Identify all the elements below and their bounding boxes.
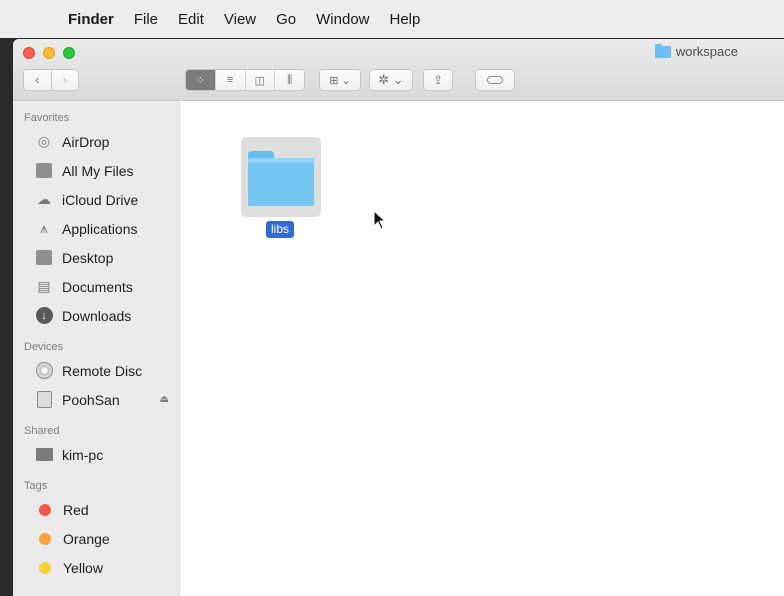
sidebar-item-applications[interactable]: ⩚ Applications (13, 214, 179, 243)
sidebar-item-label: kim-pc (62, 446, 104, 463)
eject-icon[interactable]: ⏏ (160, 394, 169, 405)
sidebar-item-tag-orange[interactable]: Orange (13, 524, 179, 553)
sidebar-item-kim-pc[interactable]: kim-pc (13, 440, 179, 469)
favorites-heading: Favorites (24, 112, 70, 124)
window-title: workspace (654, 43, 738, 59)
sidebar-item-label: iCloud Drive (62, 191, 139, 208)
shared-heading: Shared (24, 425, 60, 437)
sidebar-item-all-my-files[interactable]: All My Files (13, 156, 179, 185)
arrange-button[interactable]: ⊞ ⌄ (319, 69, 361, 91)
minimize-button[interactable] (43, 47, 55, 59)
view-mode-group: ⁘ ≡ ◫ ⫼ (185, 69, 305, 91)
folder-icon (654, 43, 671, 58)
drive-icon (35, 391, 53, 409)
folder-item-libs[interactable] (241, 137, 321, 217)
sidebar-item-tag-yellow[interactable]: Yellow (13, 553, 179, 582)
menu-view[interactable]: View (224, 11, 256, 28)
sidebar-item-label: Orange (63, 530, 110, 547)
downloads-icon: ↓ (35, 307, 53, 325)
file-browser-area[interactable]: libs (181, 101, 784, 596)
airdrop-icon: ◎ (37, 133, 51, 149)
menu-file[interactable]: File (134, 11, 158, 28)
sidebar-item-label: All My Files (62, 162, 134, 179)
all-files-icon (35, 162, 53, 180)
sidebar-item-label: Documents (62, 278, 133, 295)
sidebar-item-airdrop[interactable]: ◎ AirDrop (13, 127, 179, 156)
computer-icon (35, 446, 53, 464)
menu-bar: Finder File Edit View Go Window Help (0, 0, 784, 38)
zoom-button[interactable] (63, 47, 75, 59)
edit-tags-button[interactable] (475, 69, 515, 91)
tag-icon (487, 76, 503, 84)
close-button[interactable] (23, 47, 35, 59)
window-title-label: workspace (675, 44, 738, 59)
column-view-button[interactable]: ◫ (244, 70, 275, 90)
title-bar: workspace ‹ › ⁘ ≡ ◫ ⫼ ⊞ ⌄ ✲ ⌄ ⇪ (13, 39, 784, 101)
sidebar-item-label: Downloads (62, 307, 132, 324)
sidebar-item-icloud-drive[interactable]: ☁ iCloud Drive (13, 185, 179, 214)
orange-tag-dot-icon (39, 532, 51, 545)
list-view-button[interactable]: ≡ (214, 70, 245, 90)
cover-flow-button[interactable]: ⫼ (274, 70, 304, 90)
red-tag-dot-icon (39, 503, 51, 516)
sidebar-item-label: Desktop (62, 249, 114, 266)
menu-window[interactable]: Window (316, 11, 369, 28)
sidebar-item-tag-red[interactable]: Red (13, 495, 179, 524)
desktop-icon (35, 249, 53, 267)
finder-window: workspace ‹ › ⁘ ≡ ◫ ⫼ ⊞ ⌄ ✲ ⌄ ⇪ Favorite… (13, 39, 784, 596)
sidebar-item-label: Applications (62, 220, 138, 237)
disc-icon (35, 362, 53, 380)
cloud-icon: ☁ (37, 191, 51, 207)
sidebar-item-documents[interactable]: ▤ Documents (13, 272, 179, 301)
menu-finder[interactable]: Finder (68, 11, 114, 28)
sidebar-item-downloads[interactable]: ↓ Downloads (13, 301, 179, 330)
nav-buttons: ‹ › (23, 69, 79, 91)
devices-heading: Devices (24, 341, 64, 353)
sidebar-item-poohsan[interactable]: PoohSan ⏏ (13, 385, 179, 414)
sidebar-item-label: Red (63, 501, 89, 518)
applications-icon: ⩚ (40, 220, 48, 236)
menu-edit[interactable]: Edit (178, 11, 204, 28)
sidebar-item-label: Yellow (63, 559, 103, 576)
back-button[interactable]: ‹ (24, 70, 51, 90)
action-button[interactable]: ✲ ⌄ (369, 69, 413, 91)
folder-icon (248, 151, 314, 206)
documents-icon: ▤ (37, 278, 51, 294)
share-button[interactable]: ⇪ (423, 69, 453, 91)
menu-help[interactable]: Help (390, 11, 421, 28)
menu-go[interactable]: Go (276, 11, 296, 28)
sidebar-item-label: AirDrop (62, 133, 110, 150)
tags-heading: Tags (24, 480, 48, 492)
sidebar: Favorites ◎ AirDrop All My Files ☁ iClou… (13, 101, 180, 596)
forward-button[interactable]: › (50, 70, 79, 90)
mouse-cursor-icon (373, 210, 387, 230)
sidebar-item-label: Remote Disc (62, 362, 143, 379)
folder-item-label[interactable]: libs (266, 221, 295, 238)
sidebar-item-desktop[interactable]: Desktop (13, 243, 179, 272)
sidebar-item-remote-disc[interactable]: Remote Disc (13, 356, 179, 385)
icon-view-button[interactable]: ⁘ (186, 70, 215, 90)
sidebar-item-label: PoohSan (62, 391, 120, 408)
yellow-tag-dot-icon (39, 561, 51, 574)
